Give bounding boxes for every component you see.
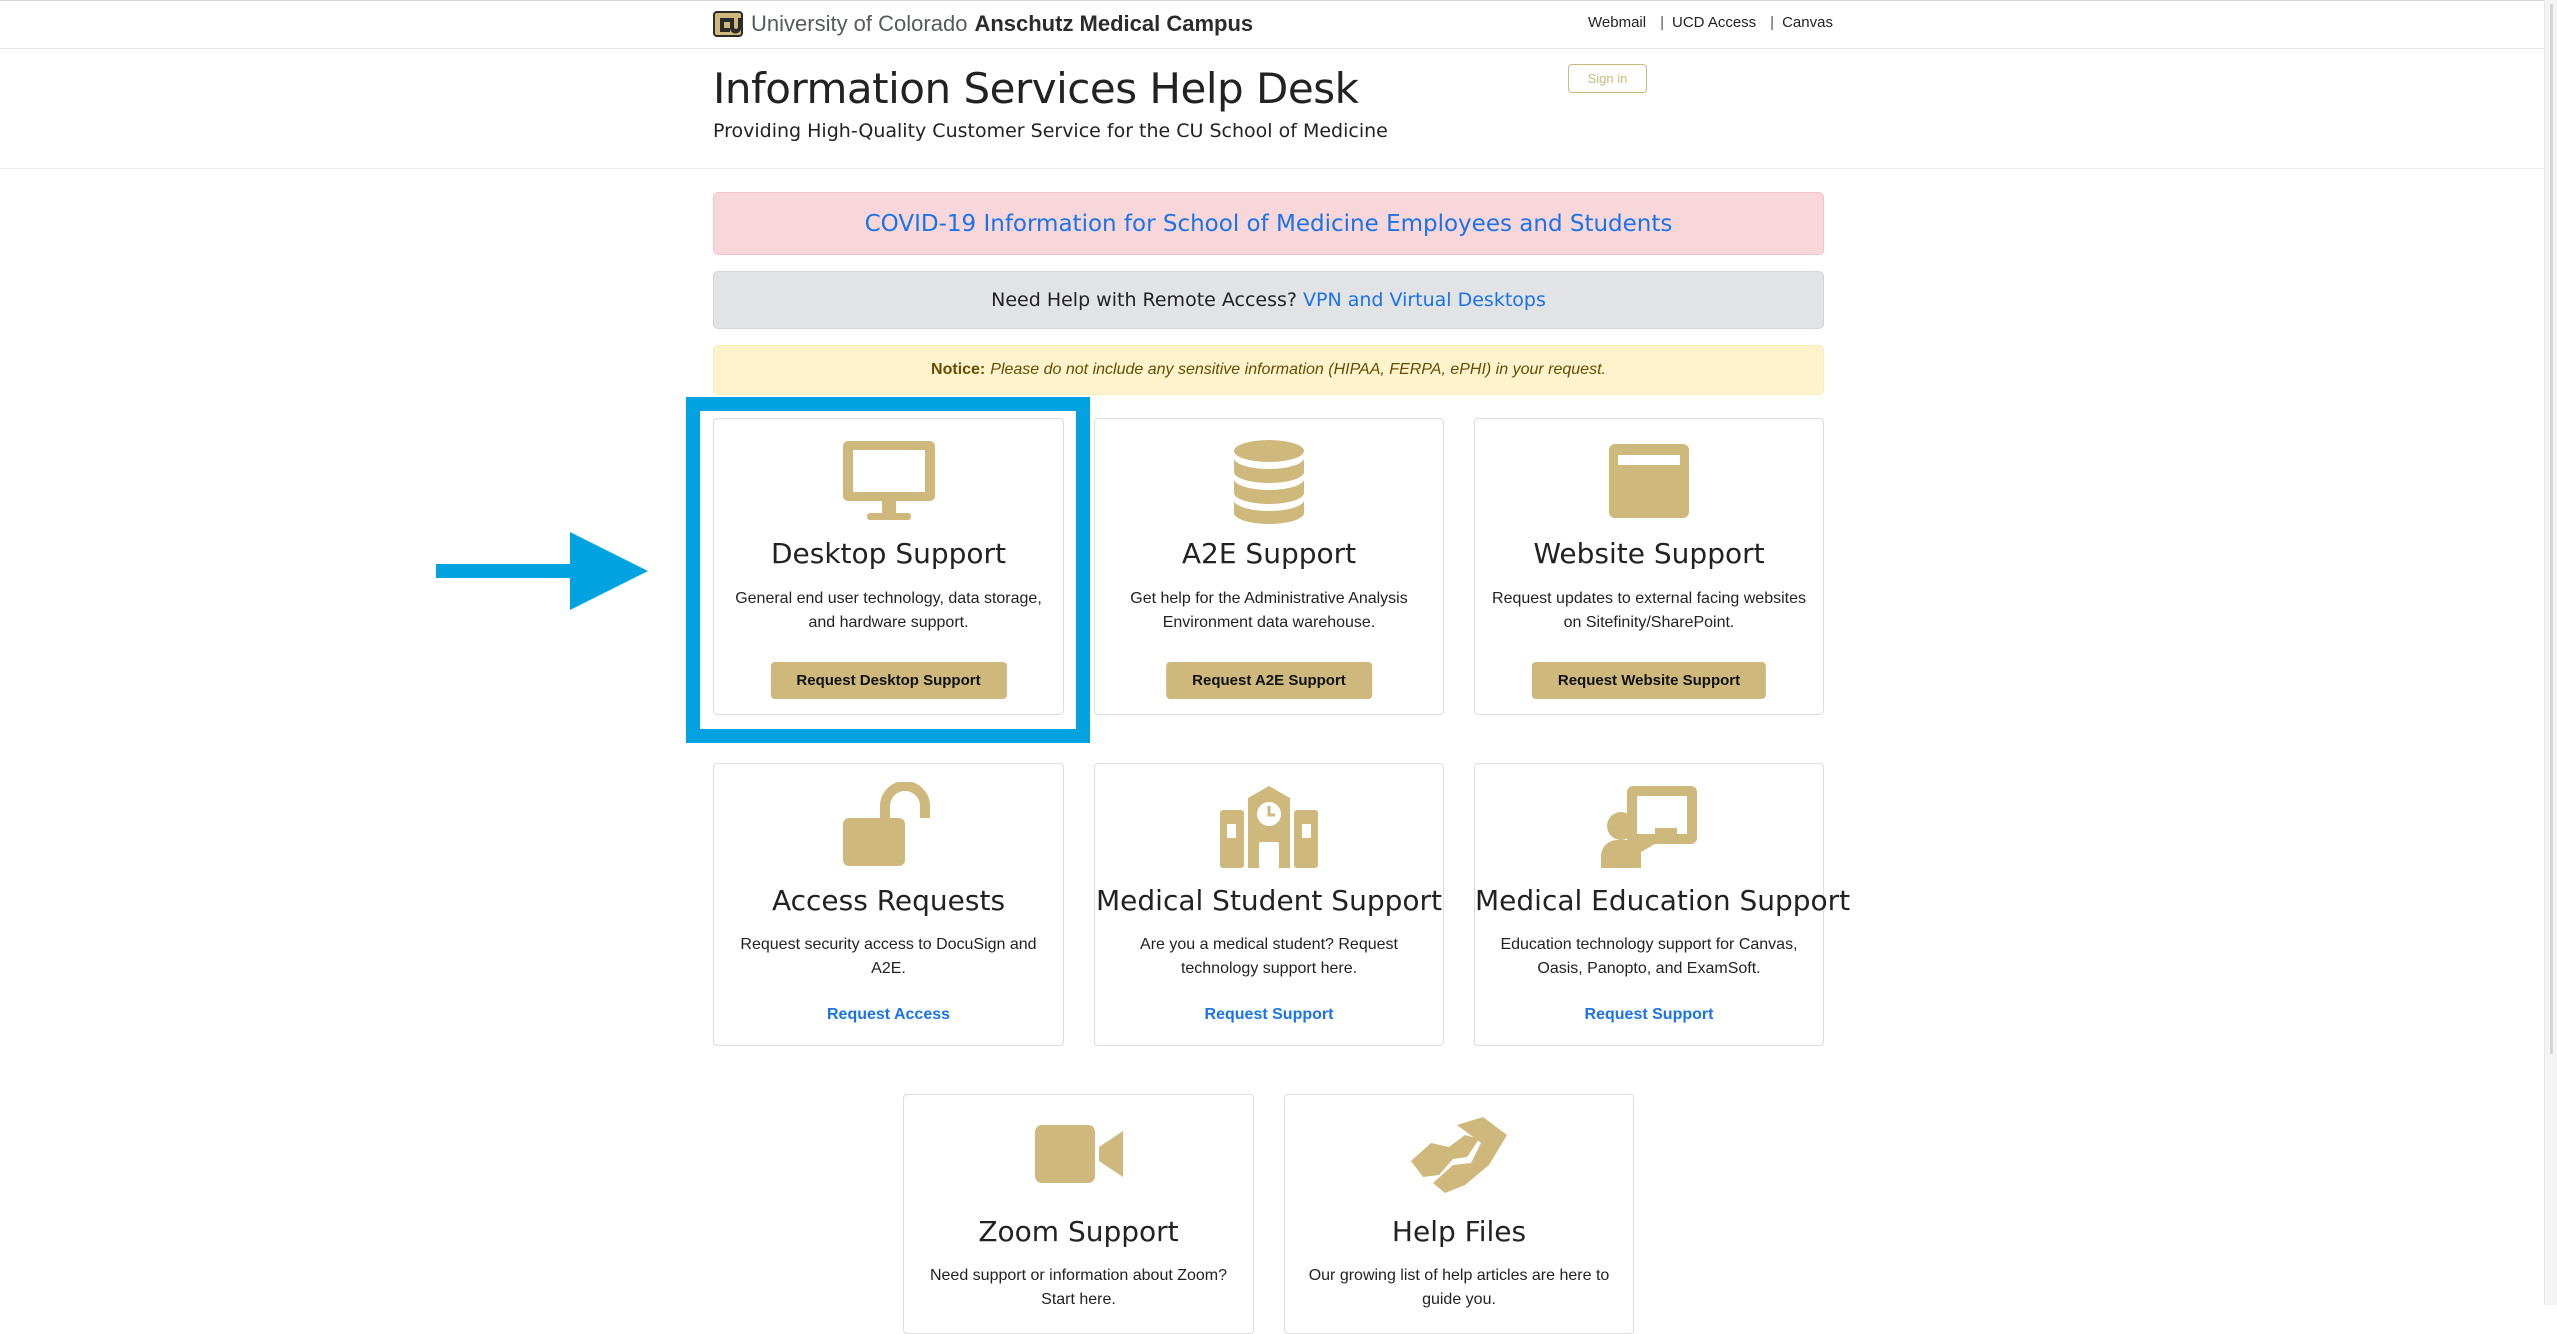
request-education-support-link[interactable]: Request Support	[1475, 1006, 1823, 1024]
utility-nav: Webmail | UCD Access | Canvas	[1588, 14, 1833, 31]
logo-university-text: University of Colorado	[751, 11, 968, 36]
request-access-link[interactable]: Request Access	[714, 1006, 1063, 1024]
card-title: Access Requests	[771, 884, 1006, 917]
card-description: Education technology support for Canvas,…	[1500, 936, 1798, 977]
cu-logo[interactable]: University of Colorado Anschutz Medical …	[713, 10, 1253, 38]
page-subtitle: Providing High-Quality Customer Service …	[713, 120, 1388, 142]
card-title: A2E Support	[1181, 537, 1357, 570]
card-medical-education-support: Medical Education Support Education tech…	[1474, 763, 1851, 1046]
request-a2e-support-button[interactable]: Request A2E Support	[1166, 662, 1372, 699]
database-icon	[1234, 440, 1304, 524]
card-title: Zoom Support	[978, 1215, 1179, 1248]
nav-separator: |	[1660, 14, 1664, 31]
request-student-support-link[interactable]: Request Support	[1095, 1006, 1443, 1024]
remote-access-alert: Need Help with Remote Access? VPN and Vi…	[713, 271, 1824, 329]
card-description: Request security access to DocuSign and …	[740, 936, 1037, 977]
card-description: Get help for the Administrative Analysis…	[1130, 590, 1408, 631]
monitor-icon	[842, 441, 935, 520]
arrow-pointer-icon	[436, 532, 648, 610]
card-title: Medical Student Support	[1096, 884, 1442, 917]
card-title: Help Files	[1391, 1215, 1527, 1248]
card-zoom-support: Zoom Support Need support or information…	[903, 1094, 1254, 1334]
canvas-link[interactable]: Canvas	[1782, 14, 1833, 31]
card-a2e-support: A2E Support Get help for the Administrat…	[1094, 418, 1444, 715]
sign-in-button[interactable]: Sign in	[1568, 64, 1647, 93]
covid-info-link[interactable]: COVID-19 Information for School of Medic…	[865, 211, 1673, 237]
nav-separator: |	[1770, 14, 1775, 31]
logo-campus-text: Anschutz Medical Campus	[974, 11, 1254, 36]
card-help-files: Help Files Our growing list of help arti…	[1284, 1094, 1634, 1334]
card-title: Desktop Support	[770, 537, 1007, 570]
handshake-icon	[1411, 1117, 1507, 1193]
remote-access-text: Need Help with Remote Access?	[991, 289, 1297, 311]
vpn-virtual-desktops-link[interactable]: VPN and Virtual Desktops	[1303, 289, 1546, 311]
notice-label: Notice:	[931, 361, 986, 378]
covid-alert: COVID-19 Information for School of Medic…	[713, 192, 1824, 255]
ucd-access-link[interactable]: UCD Access	[1672, 14, 1756, 31]
card-website-support: Website Support Request updates to exter…	[1474, 418, 1824, 715]
card-description: Are you a medical student? Request techn…	[1140, 936, 1398, 977]
card-access-requests: Access Requests Request security access …	[713, 763, 1064, 1046]
page-title: Information Services Help Desk	[713, 64, 1359, 113]
card-medical-student-support: Medical Student Support Are you a medica…	[1094, 763, 1444, 1046]
video-camera-icon	[1034, 1125, 1123, 1183]
school-icon	[1220, 786, 1318, 868]
card-title: Medical Education Support	[1475, 884, 1851, 917]
card-desktop-support: Desktop Support General end user technol…	[713, 418, 1064, 715]
top-bar	[0, 0, 2557, 49]
notice-alert: Notice: Please do not include any sensit…	[713, 345, 1824, 395]
request-website-support-button[interactable]: Request Website Support	[1531, 662, 1767, 699]
request-desktop-support-button[interactable]: Request Desktop Support	[770, 662, 1007, 699]
unlock-icon	[842, 782, 930, 866]
card-description: General end user technology, data storag…	[735, 590, 1042, 631]
notice-text: Please do not include any sensitive info…	[990, 361, 1606, 378]
card-title: Website Support	[1533, 537, 1765, 570]
webmail-link[interactable]: Webmail	[1588, 14, 1646, 31]
card-description: Request updates to external facing websi…	[1492, 590, 1806, 631]
cu-shield-icon	[713, 11, 743, 37]
scrollbar-thumb[interactable]	[2550, 4, 2553, 1054]
browser-window-icon	[1609, 444, 1689, 518]
teacher-board-icon	[1601, 786, 1697, 868]
